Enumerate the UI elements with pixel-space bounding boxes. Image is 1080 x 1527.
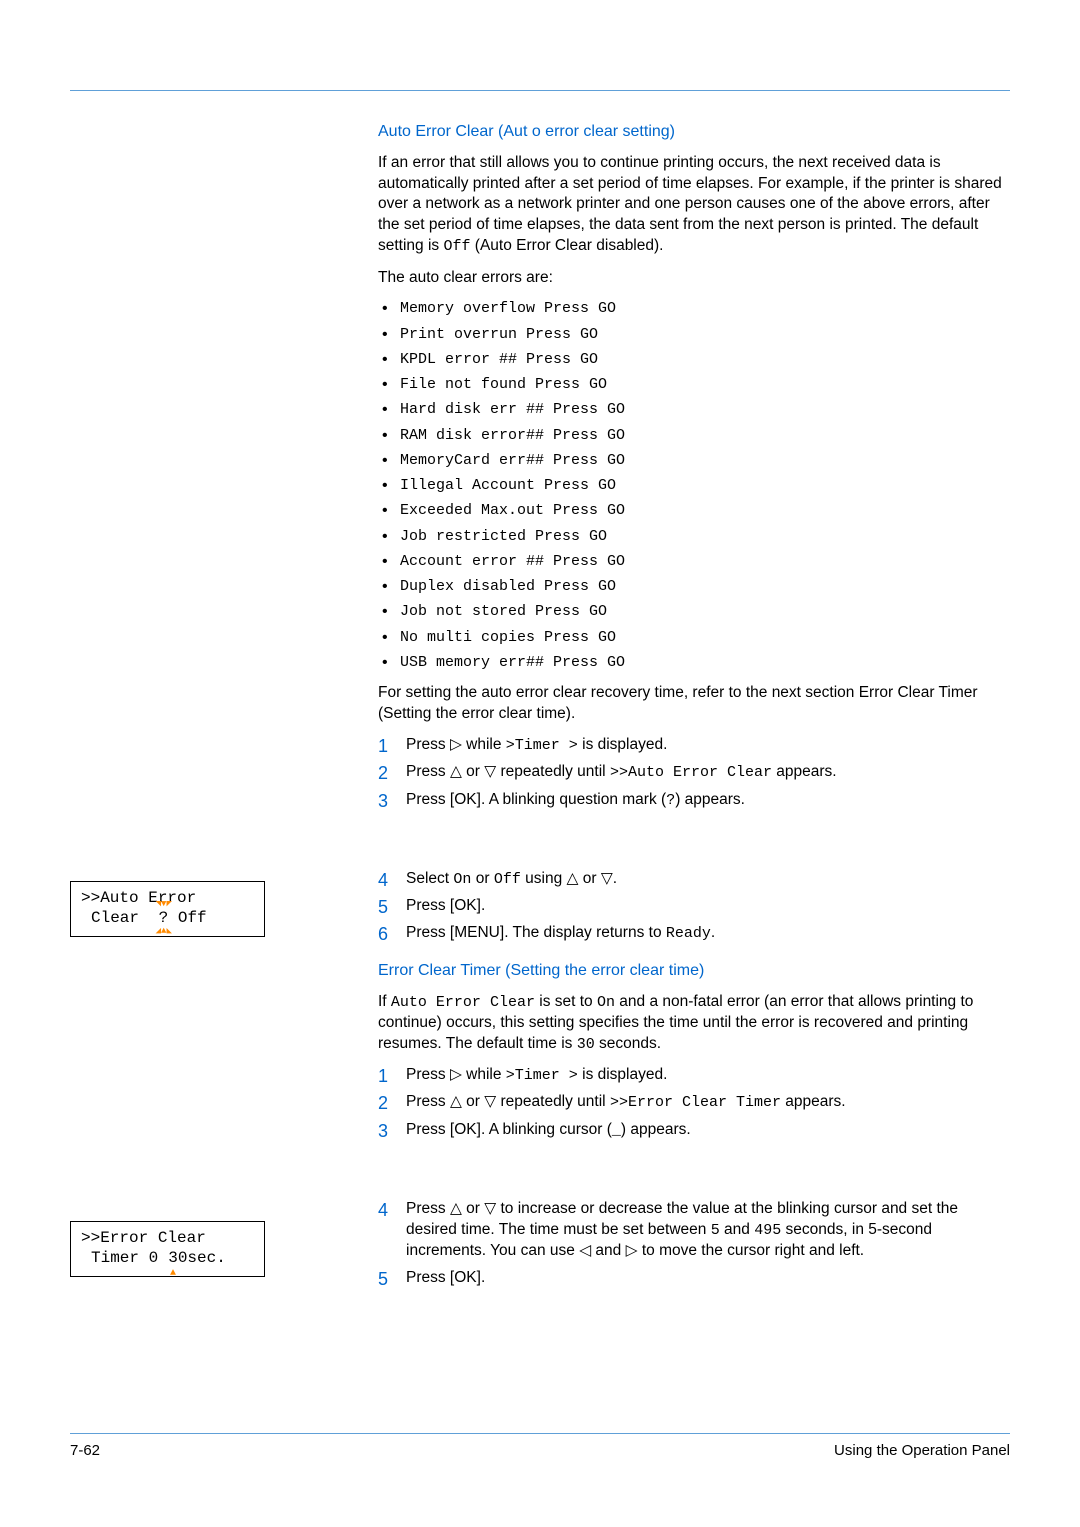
blink-cursor: 3 — [158, 1248, 178, 1268]
left-column: >>Auto Error Clear ◥▼◤ ? ◢▲◣ Off >>Error… — [70, 121, 360, 1299]
page-number: 7-62 — [70, 1442, 100, 1459]
right-triangle-icon: ▷ — [450, 736, 462, 753]
step: Press [OK]. A blinking question mark (?)… — [378, 790, 1010, 811]
down-triangle-icon: ▽ — [484, 1200, 496, 1217]
lcd-line1: >>Error Clear — [81, 1228, 254, 1248]
list-item: Illegal Account Press GO — [378, 475, 1010, 496]
list-item: Exceeded Max.out Press GO — [378, 500, 1010, 521]
step: Press △ or ▽ repeatedly until >>Auto Err… — [378, 762, 1010, 783]
list-item: Job restricted Press GO — [378, 526, 1010, 547]
steps-2b: Press △ or ▽ to increase or decrease the… — [378, 1199, 1010, 1289]
list-item: Duplex disabled Press GO — [378, 576, 1010, 597]
spacer — [378, 1151, 1010, 1193]
up-triangle-icon: △ — [450, 1200, 462, 1217]
intro-para-2: If Auto Error Clear is set to On and a n… — [378, 992, 1010, 1055]
list-item: Print overrun Press GO — [378, 324, 1010, 345]
steps-2: Press ▷ while >Timer > is displayed. Pre… — [378, 1065, 1010, 1141]
footer-rule — [70, 1433, 1010, 1434]
lcd-error-timer: >>Error Clear Timer 030sec. — [70, 1221, 265, 1277]
list-item: No multi copies Press GO — [378, 627, 1010, 648]
steps-1b: Select On or Off using △ or ▽. Press [OK… — [378, 869, 1010, 944]
up-triangle-icon: △ — [450, 1093, 462, 1110]
up-triangle-icon: △ — [450, 763, 462, 780]
right-column: Auto Error Clear (Aut o error clear sett… — [378, 121, 1010, 1299]
list-item: USB memory err## Press GO — [378, 652, 1010, 673]
down-triangle-icon: ▽ — [601, 870, 613, 887]
lcd-line2: Clear ◥▼◤ ? ◢▲◣ Off — [81, 908, 254, 928]
down-triangle-icon: ▽ — [484, 1093, 496, 1110]
list-item: KPDL error ## Press GO — [378, 349, 1010, 370]
right-triangle-icon: ▷ — [450, 1066, 462, 1083]
page-content: >>Auto Error Clear ◥▼◤ ? ◢▲◣ Off >>Error… — [0, 0, 1080, 1299]
heading-auto-error: Auto Error Clear (Aut o error clear sett… — [378, 121, 1010, 143]
errors-intro: The auto clear errors are: — [378, 268, 1010, 289]
list-item: RAM disk error## Press GO — [378, 425, 1010, 446]
step: Press [OK]. — [378, 1268, 1010, 1289]
list-item: Job not stored Press GO — [378, 601, 1010, 622]
error-list: Memory overflow Press GO Print overrun P… — [378, 298, 1010, 673]
step: Press △ or ▽ to increase or decrease the… — [378, 1199, 1010, 1262]
footer-title: Using the Operation Panel — [834, 1442, 1010, 1459]
steps-1: Press ▷ while >Timer > is displayed. Pre… — [378, 735, 1010, 811]
down-triangle-icon: ▽ — [484, 763, 496, 780]
right-triangle-icon: ▷ — [626, 1242, 638, 1259]
step: Press △ or ▽ repeatedly until >>Error Cl… — [378, 1092, 1010, 1113]
step: Press [OK]. — [378, 896, 1010, 917]
list-item: Memory overflow Press GO — [378, 298, 1010, 319]
step: Press [OK]. A blinking cursor (_) appear… — [378, 1120, 1010, 1141]
footer-row: 7-62 Using the Operation Panel — [70, 1442, 1010, 1459]
footer: 7-62 Using the Operation Panel — [70, 1433, 1010, 1459]
spacer — [378, 821, 1010, 863]
step: Press ▷ while >Timer > is displayed. — [378, 735, 1010, 756]
step: Press ▷ while >Timer > is displayed. — [378, 1065, 1010, 1086]
top-rule — [70, 90, 1010, 91]
lcd-auto-error: >>Auto Error Clear ◥▼◤ ? ◢▲◣ Off — [70, 881, 265, 937]
step: Press [MENU]. The display returns to Rea… — [378, 923, 1010, 944]
after-list: For setting the auto error clear recover… — [378, 683, 1010, 725]
up-triangle-icon: △ — [567, 870, 579, 887]
list-item: MemoryCard err## Press GO — [378, 450, 1010, 471]
left-triangle-icon: ◁ — [579, 1242, 591, 1259]
two-column: >>Auto Error Clear ◥▼◤ ? ◢▲◣ Off >>Error… — [70, 121, 1010, 1299]
list-item: Account error ## Press GO — [378, 551, 1010, 572]
list-item: Hard disk err ## Press GO — [378, 399, 1010, 420]
step: Select On or Off using △ or ▽. — [378, 869, 1010, 890]
intro-para: If an error that still allows you to con… — [378, 153, 1010, 258]
blink-q: ◥▼◤ ? ◢▲◣ — [149, 908, 169, 928]
heading-error-timer: Error Clear Timer (Setting the error cle… — [378, 960, 1010, 982]
list-item: File not found Press GO — [378, 374, 1010, 395]
lcd-line2: Timer 030sec. — [81, 1248, 254, 1268]
